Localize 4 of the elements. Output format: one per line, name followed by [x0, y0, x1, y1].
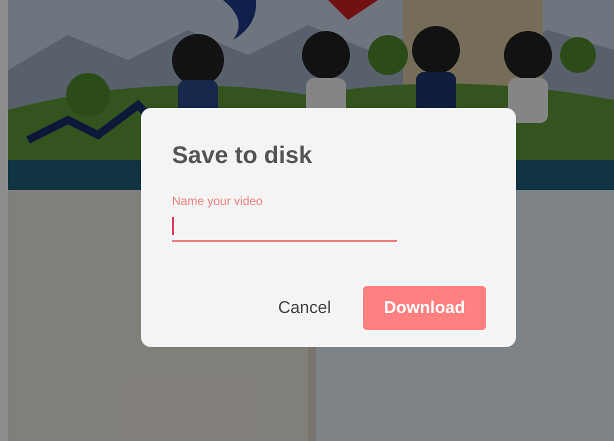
download-button[interactable]: Download	[363, 286, 486, 330]
video-name-field[interactable]: Name your video	[172, 194, 397, 242]
cancel-button[interactable]: Cancel	[278, 298, 331, 318]
dialog-title: Save to disk	[172, 142, 314, 170]
